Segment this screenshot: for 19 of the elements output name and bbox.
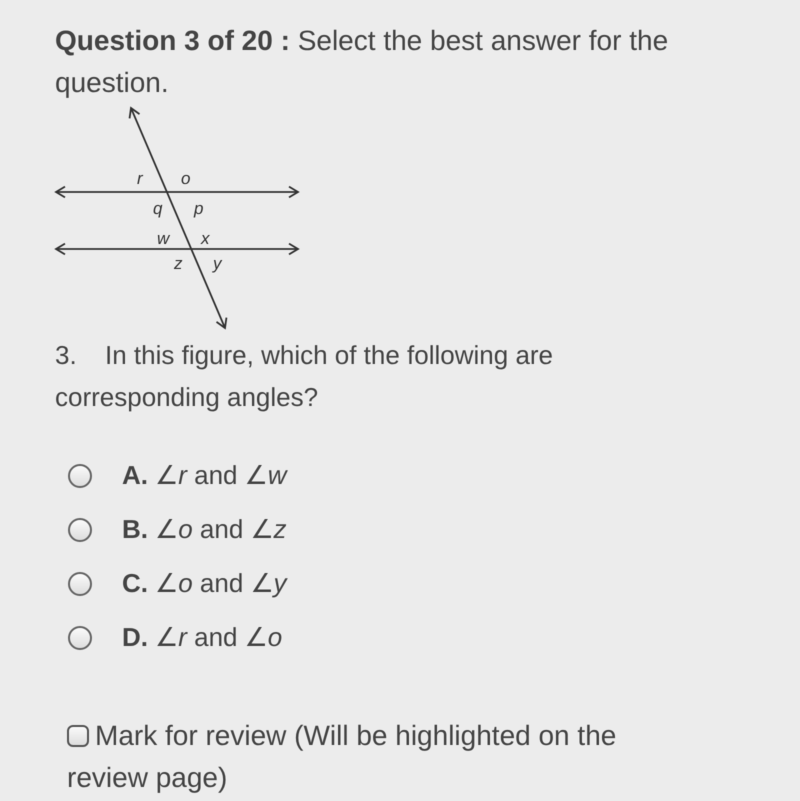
radio-button[interactable] xyxy=(68,518,92,542)
angle-label: o xyxy=(181,169,190,188)
angle-label: w xyxy=(157,229,170,248)
radio-button[interactable] xyxy=(68,572,92,596)
radio-button[interactable] xyxy=(68,464,92,488)
radio-button[interactable] xyxy=(68,626,92,650)
question-text: 3. In this figure, which of the following are corresponding angles? xyxy=(55,339,554,414)
angle-label: x xyxy=(201,229,210,248)
angle-label: y xyxy=(213,254,222,273)
angle-label: q xyxy=(153,199,162,218)
angle-label: p xyxy=(194,199,204,218)
review-checkbox[interactable]: Mark for review (Will be highlighted on the review page) xyxy=(67,715,697,799)
angle-label: z xyxy=(174,254,182,273)
answer-option[interactable]: A. ∠r and ∠w xyxy=(122,458,287,493)
angle-label: r xyxy=(137,169,143,188)
answer-option[interactable]: C. ∠o and ∠y xyxy=(122,566,287,601)
answer-option[interactable]: D. ∠r and ∠o xyxy=(122,620,282,655)
question-header: Question 3 of 20 : Select the best answer for the question. xyxy=(55,24,670,100)
answer-option[interactable]: B. ∠o and ∠z xyxy=(122,512,287,547)
